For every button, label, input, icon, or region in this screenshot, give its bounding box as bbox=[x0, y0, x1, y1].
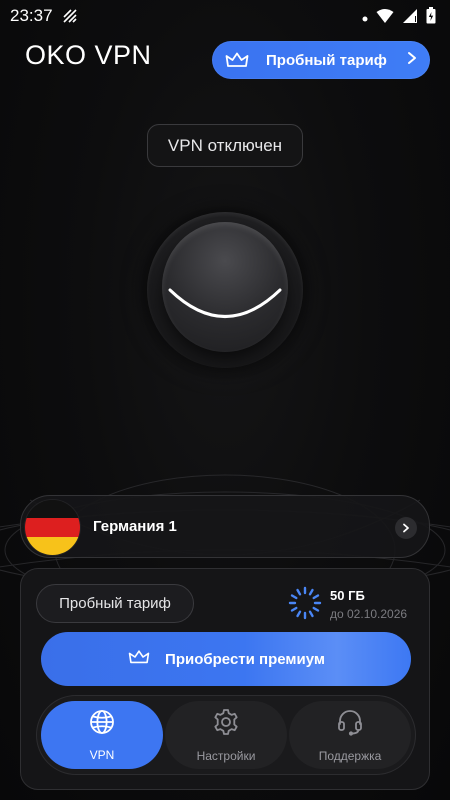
chevron-right-icon bbox=[395, 517, 417, 539]
gear-icon bbox=[212, 708, 240, 741]
crown-icon bbox=[224, 50, 250, 70]
nav-label-support: Поддержка bbox=[318, 748, 382, 763]
chevron-right-icon bbox=[406, 51, 418, 70]
wifi-icon bbox=[376, 8, 394, 29]
vpn-status-chip: VPN отключен bbox=[147, 124, 303, 167]
bottom-nav: VPN Настройки Поддержка bbox=[36, 695, 416, 775]
server-selector[interactable]: Германия 1 bbox=[20, 495, 430, 558]
traffic-ring-icon bbox=[288, 586, 322, 620]
nav-label-vpn: VPN bbox=[89, 747, 115, 762]
trial-plan-button[interactable]: Пробный тариф bbox=[212, 41, 430, 79]
app-screen: 23:37 OKO VPN Пробный тариф VPN отключен… bbox=[0, 0, 450, 800]
headset-icon bbox=[336, 708, 364, 741]
notification-dot-icon bbox=[362, 9, 368, 27]
connect-button-area bbox=[125, 195, 325, 395]
server-name: Германия 1 bbox=[93, 518, 177, 535]
plan-chip[interactable]: Пробный тариф bbox=[36, 584, 194, 623]
buy-premium-button[interactable]: Приобрести премиум bbox=[41, 632, 411, 686]
no-sim-icon bbox=[62, 8, 78, 29]
battery-icon bbox=[426, 7, 436, 29]
trial-plan-label: Пробный тариф bbox=[266, 51, 387, 69]
buy-premium-label: Приобрести премиум bbox=[165, 650, 325, 668]
status-time: 23:37 bbox=[10, 6, 53, 25]
signal-icon bbox=[402, 8, 418, 29]
nav-item-vpn[interactable]: VPN bbox=[41, 701, 163, 769]
bottom-panel: Пробный тариф 50 ГБ до 02.10.2026 Приобр… bbox=[20, 568, 430, 790]
traffic-valid-until: до 02.10.2026 bbox=[330, 607, 408, 621]
crown-icon bbox=[127, 648, 151, 671]
traffic-amount: 50 ГБ bbox=[330, 588, 365, 603]
nav-label-settings: Настройки bbox=[196, 748, 256, 763]
germany-flag-icon bbox=[25, 500, 80, 555]
nav-item-settings[interactable]: Настройки bbox=[165, 701, 287, 769]
status-bar: 23:37 bbox=[0, 0, 450, 32]
eye-arc-icon bbox=[168, 288, 282, 318]
nav-item-support[interactable]: Поддержка bbox=[289, 701, 411, 769]
globe-icon bbox=[89, 709, 115, 740]
app-title: OKO VPN bbox=[25, 40, 152, 70]
